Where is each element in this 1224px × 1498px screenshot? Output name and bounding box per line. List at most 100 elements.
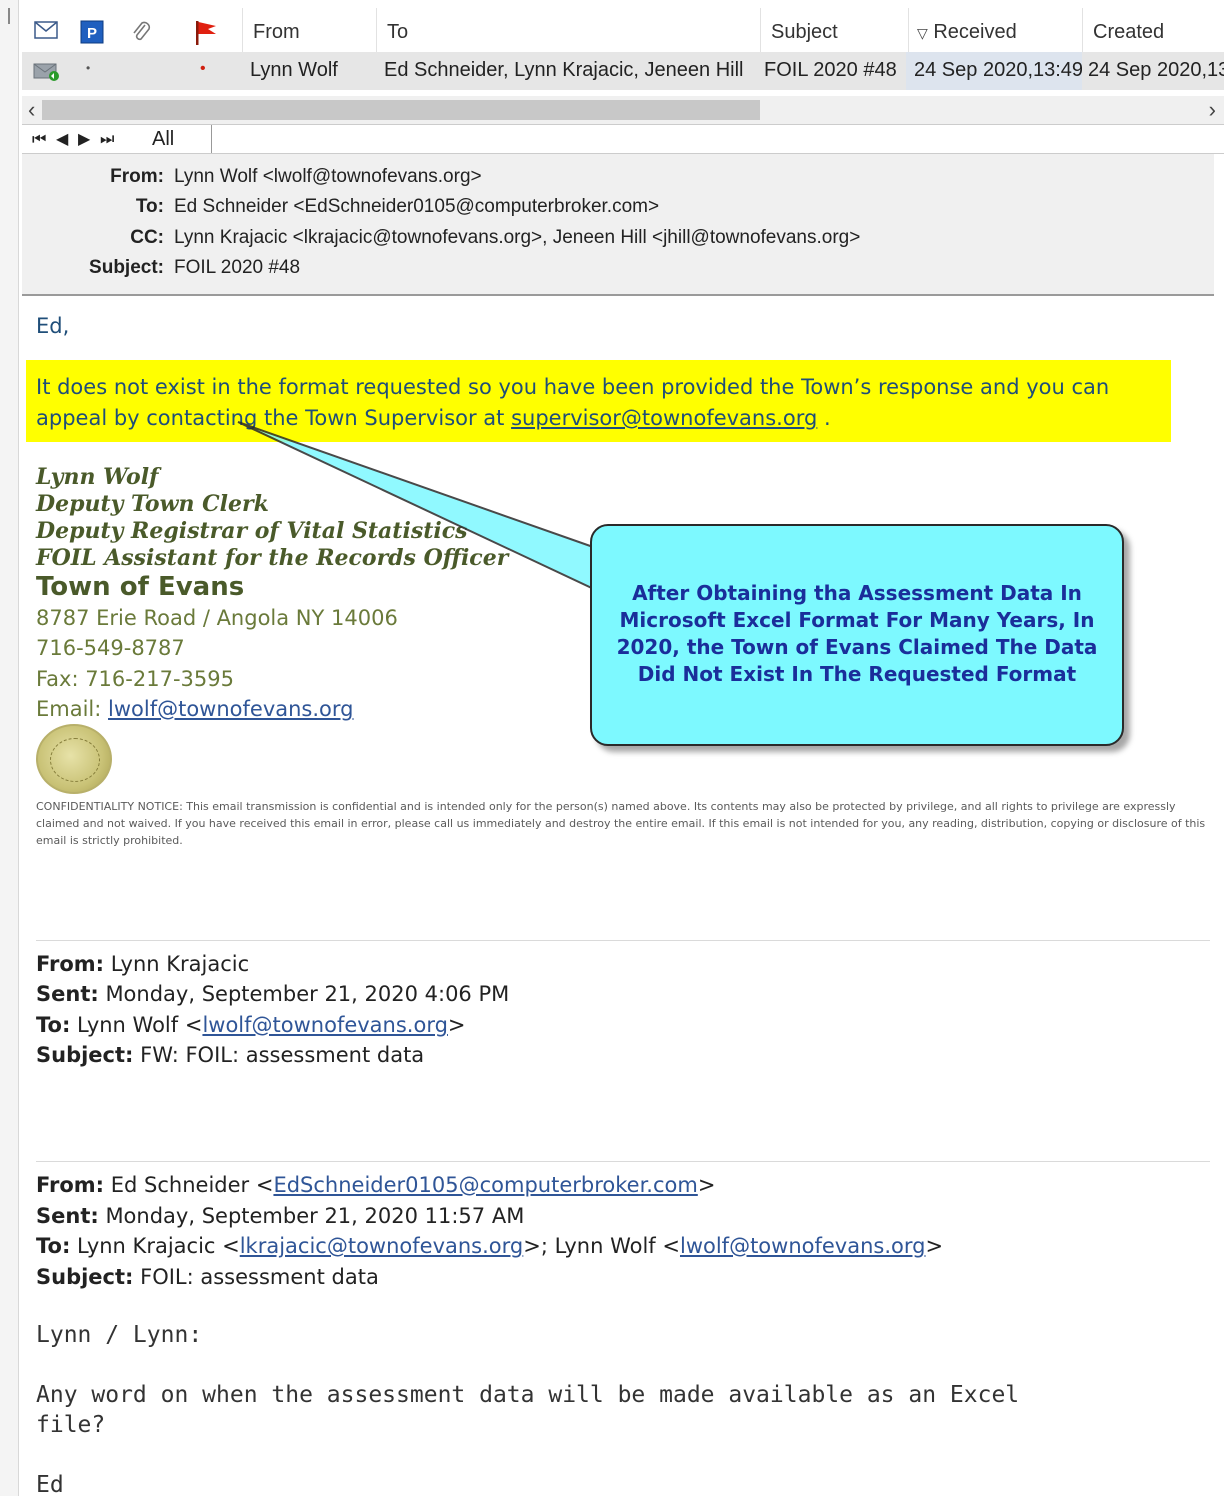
signature-address: 8787 Erie Road / Angola NY 14006 (36, 606, 398, 630)
message-row[interactable]: • • Lynn Wolf Ed Schneider, Lynn Krajaci… (22, 52, 1224, 90)
fw2-to-end: > (925, 1234, 944, 1258)
column-received-label: Received (933, 21, 1017, 43)
header-from: From: Lynn Wolf <lwolf@townofevans.org> (22, 166, 482, 188)
divider-tick (8, 8, 10, 24)
fw2-to-link-1[interactable]: lkrajacic@townofevans.org (240, 1234, 524, 1258)
message-reply-icon (32, 60, 62, 87)
fw1-subject-label: Subject: (36, 1043, 134, 1067)
flag-dot-icon[interactable]: • (200, 60, 206, 78)
fw2-to-value: Lynn Krajacic < (70, 1234, 240, 1258)
priority-icon[interactable]: P (80, 20, 104, 49)
signature-name: Lynn Wolf (36, 464, 159, 490)
header-cc-label: CC: (130, 227, 164, 248)
column-subject[interactable]: Subject (760, 8, 908, 52)
signature-email-link[interactable]: lwolf@townofevans.org (108, 697, 353, 721)
highlighted-paragraph: It does not exist in the format requeste… (36, 372, 1166, 434)
fw2-subject: Subject: FOIL: assessment data (36, 1265, 379, 1289)
row-received: 24 Sep 2020,13:49 (906, 52, 1082, 90)
header-subject-label: Subject: (89, 257, 164, 278)
column-received[interactable]: ▽ Received (908, 8, 1082, 52)
header-subject-value: FOIL 2020 #48 (174, 257, 301, 278)
fw2-from-value: Ed Schneider < (104, 1173, 274, 1197)
signature-title-2: Deputy Registrar of Vital Statistics (36, 518, 468, 544)
attachment-icon[interactable] (130, 20, 152, 49)
header-to: To: Ed Schneider <EdSchneider0105@compute… (22, 196, 659, 218)
header-cc: CC: Lynn Krajacic <lkrajacic@townofevans.… (22, 227, 860, 249)
fw1-from-label: From: (36, 952, 105, 976)
header-cc-value: Lynn Krajacic <lkrajacic@townofevans.org… (174, 227, 861, 248)
fw2-from-end: > (697, 1173, 716, 1197)
fw1-to-label: To: (36, 1013, 71, 1037)
fw1-from: From: Lynn Krajacic (36, 952, 249, 976)
navigation-bar: ⏮ ◀ ▶ ⏭ All (22, 124, 1224, 154)
left-border (0, 0, 19, 1496)
original-signoff: Ed (36, 1472, 64, 1498)
fw2-to: To: Lynn Krajacic <lkrajacic@townofevans… (36, 1234, 943, 1258)
header-from-value: Lynn Wolf <lwolf@townofevans.org> (174, 166, 482, 187)
header-subject: Subject: FOIL 2020 #48 (22, 257, 300, 279)
signature-fax: Fax: 716-217-3595 (36, 667, 234, 691)
fw1-sent-value: Monday, September 21, 2020 4:06 PM (98, 982, 510, 1006)
scroll-right-icon[interactable]: › (1209, 96, 1216, 124)
header-to-value: Ed Schneider <EdSchneider0105@computerbr… (174, 196, 660, 217)
fw1-sent-label: Sent: (36, 982, 99, 1006)
fw1-subject-value: FW: FOIL: assessment data (133, 1043, 425, 1067)
first-record-icon[interactable]: ⏮ (32, 127, 46, 153)
fw1-from-value: Lynn Krajacic (104, 952, 250, 976)
horizontal-scrollbar[interactable]: ‹ › (22, 96, 1224, 124)
envelope-icon[interactable] (34, 20, 58, 45)
fw2-sent-label: Sent: (36, 1204, 99, 1228)
flag-icon[interactable] (194, 20, 218, 51)
signature-email: Email: lwolf@townofevans.org (36, 697, 354, 721)
fw2-subject-label: Subject: (36, 1265, 134, 1289)
fw2-to-label: To: (36, 1234, 71, 1258)
message-list-header: P From To Subject ▽ Received Created (22, 8, 1224, 52)
column-created[interactable]: Created (1082, 8, 1224, 52)
last-record-icon[interactable]: ⏭ (100, 127, 114, 153)
signature-title-1: Deputy Town Clerk (36, 491, 269, 517)
header-to-label: To: (135, 196, 164, 217)
signature-town: Town of Evans (36, 572, 245, 602)
fw1-to-end: > (447, 1013, 466, 1037)
original-line-2: file? (36, 1412, 106, 1438)
signature-title-3: FOIL Assistant for the Records Officer (36, 545, 509, 571)
highlight-end: . (817, 406, 831, 430)
supervisor-email-link[interactable]: supervisor@townofevans.org (511, 406, 817, 430)
fw1-to: To: Lynn Wolf <lwolf@townofevans.org> (36, 1013, 466, 1037)
fw2-to-link-2[interactable]: lwolf@townofevans.org (680, 1234, 925, 1258)
fw2-from-label: From: (36, 1173, 105, 1197)
sort-desc-icon: ▽ (917, 25, 928, 41)
fw2-from: From: Ed Schneider <EdSchneider0105@comp… (36, 1173, 715, 1197)
fw2-from-link[interactable]: EdSchneider0105@computerbroker.com (273, 1173, 697, 1197)
scrollbar-thumb[interactable] (42, 100, 760, 120)
column-to[interactable]: To (376, 8, 760, 52)
message-header: From: Lynn Wolf <lwolf@townofevans.org> T… (22, 154, 1214, 296)
row-from: Lynn Wolf (250, 59, 338, 81)
fw2-subject-value: FOIL: assessment data (133, 1265, 379, 1289)
divider (36, 940, 1210, 941)
row-created: 24 Sep 2020,13 (1088, 59, 1224, 81)
original-greeting: Lynn / Lynn: (36, 1322, 203, 1348)
greeting: Ed, (36, 314, 70, 338)
signature-phone: 716-549-8787 (36, 636, 185, 660)
svg-text:P: P (87, 25, 97, 42)
signature-email-label: Email: (36, 697, 109, 721)
callout-text: After Obtaining tha Assessment Data In M… (616, 581, 1098, 686)
scroll-left-icon[interactable]: ‹ (28, 96, 35, 124)
fw1-to-link[interactable]: lwolf@townofevans.org (202, 1013, 447, 1037)
fw1-subject: Subject: FW: FOIL: assessment data (36, 1043, 424, 1067)
fw2-to-mid: >; Lynn Wolf < (523, 1234, 680, 1258)
column-from[interactable]: From (242, 8, 376, 52)
next-record-icon[interactable]: ▶ (78, 127, 90, 153)
divider (36, 1161, 1210, 1162)
fw1-sent: Sent: Monday, September 21, 2020 4:06 PM (36, 982, 509, 1006)
fw1-to-value: Lynn Wolf < (70, 1013, 203, 1037)
previous-record-icon[interactable]: ◀ (56, 127, 68, 153)
tab-all[interactable]: All (132, 125, 212, 153)
fw2-sent-value: Monday, September 21, 2020 11:57 AM (98, 1204, 525, 1228)
original-line-1: Any word on when the assessment data wil… (36, 1382, 1020, 1408)
priority-dot-icon: • (86, 61, 91, 75)
fw2-sent: Sent: Monday, September 21, 2020 11:57 A… (36, 1204, 524, 1228)
confidentiality-notice: CONFIDENTIALITY NOTICE: This email trans… (36, 800, 1206, 847)
header-from-label: From: (110, 166, 164, 187)
